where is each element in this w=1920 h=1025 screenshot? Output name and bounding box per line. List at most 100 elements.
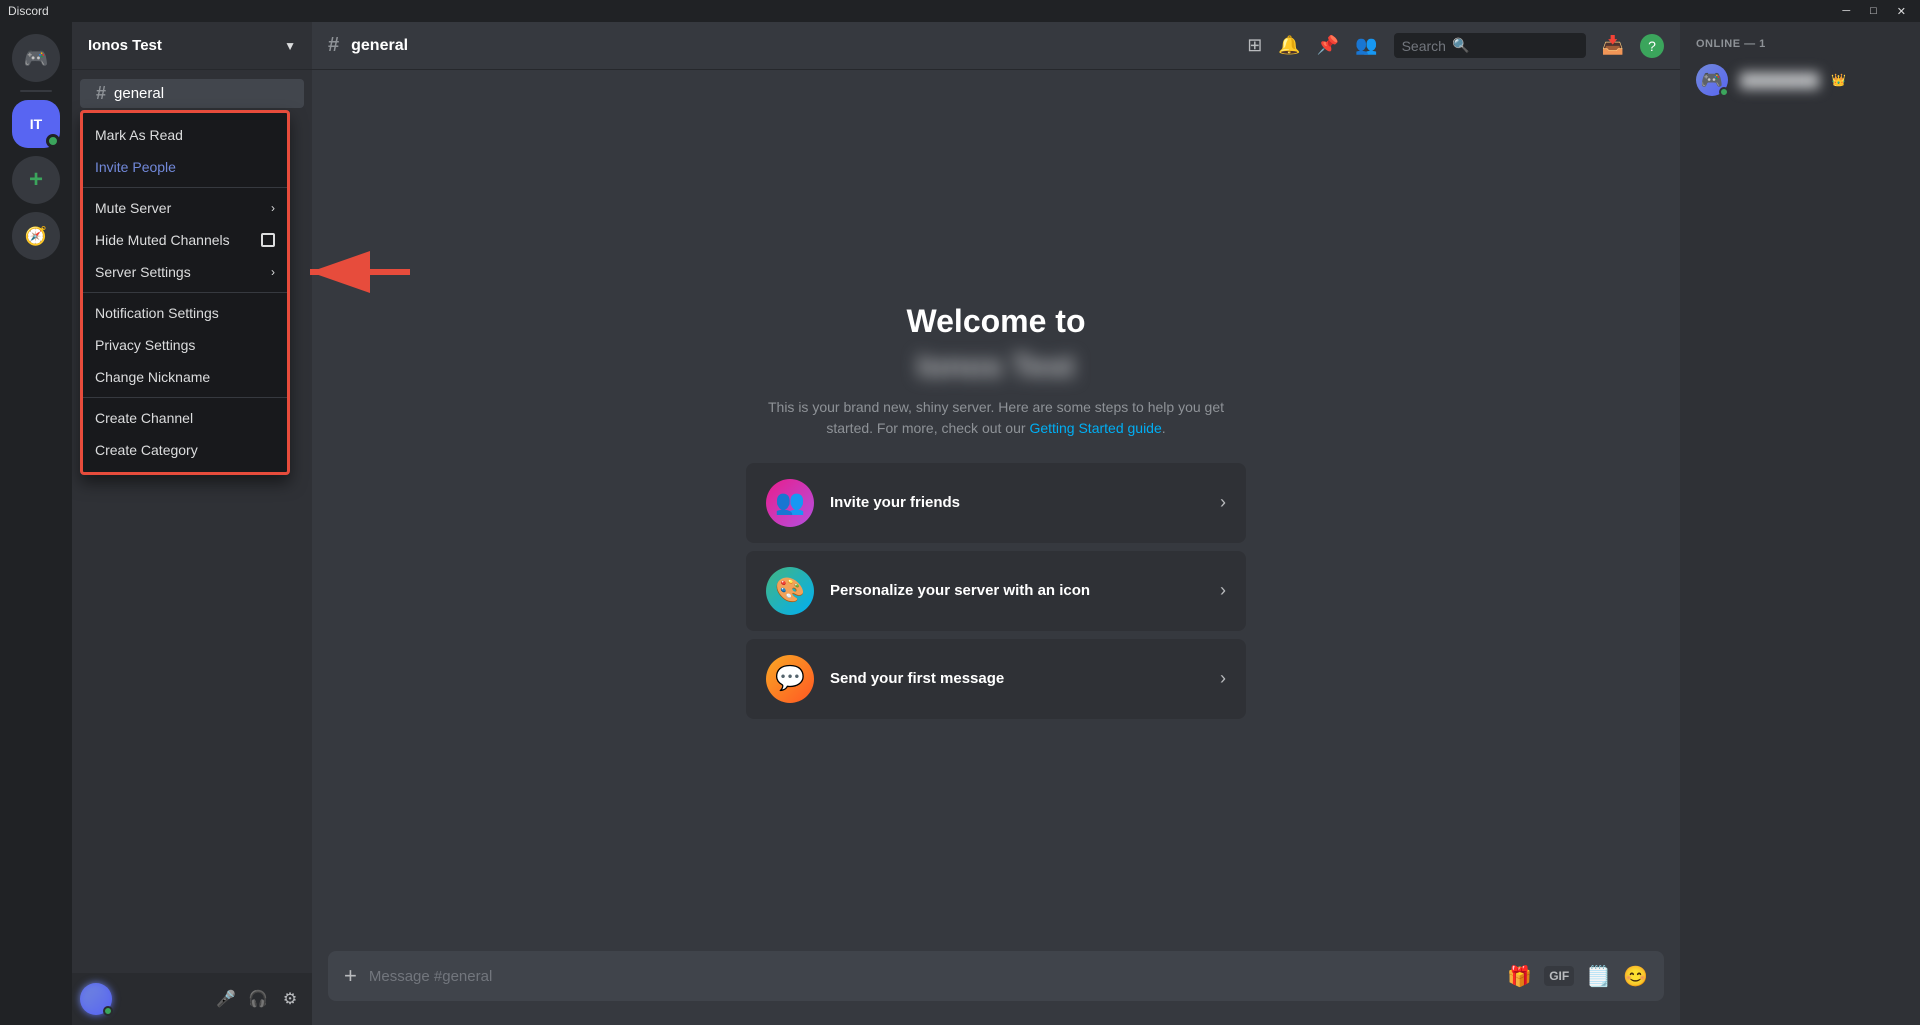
sticker-icon[interactable]: 🗒️ (1586, 964, 1611, 989)
explore-servers-button[interactable]: 🧭 (12, 212, 60, 260)
member-name-label: ████████ (1740, 72, 1819, 88)
chevron-down-icon: ▼ (284, 39, 296, 53)
member-online-status (1719, 87, 1729, 97)
personalize-icon: 🎨 (766, 567, 814, 615)
personalize-arrow-icon: › (1220, 580, 1226, 601)
minimize-button[interactable]: ─ (1836, 3, 1856, 20)
microphone-icon: 🎤 (216, 989, 236, 1009)
user-settings-button[interactable]: ⚙ (276, 985, 304, 1013)
chat-header: # general ⊞ 🔔 📌 👥 Search 🔍 📥 ? (312, 22, 1680, 70)
member-list-item[interactable]: 🎮 ████████ 👑 (1688, 58, 1912, 102)
server-label: IT (30, 116, 42, 132)
first-message-card[interactable]: 💬 Send your first message › (746, 639, 1246, 719)
search-placeholder: Search (1402, 38, 1446, 54)
invite-friends-icon: 👥 (766, 479, 814, 527)
message-input-field[interactable] (369, 956, 1495, 997)
headphones-button[interactable]: 🎧 (244, 985, 272, 1013)
server-name: Ionos Test (88, 37, 162, 54)
action-cards: 👥 Invite your friends › 🎨 Personalize yo… (746, 463, 1246, 719)
settings-gear-icon: ⚙ (283, 989, 297, 1009)
invite-people-label: Invite People (95, 159, 176, 175)
close-button[interactable]: ✕ (1891, 3, 1912, 20)
create-channel-label: Create Channel (95, 410, 193, 426)
hide-muted-label: Hide Muted Channels (95, 232, 230, 248)
first-message-icon: 💬 (766, 655, 814, 703)
welcome-subtitle: This is your brand new, shiny server. He… (746, 397, 1246, 439)
personalize-card[interactable]: 🎨 Personalize your server with an icon › (746, 551, 1246, 631)
help-icon[interactable]: ? (1640, 34, 1664, 58)
microphone-button[interactable]: 🎤 (212, 985, 240, 1013)
menu-item-invite-people[interactable]: Invite People (83, 151, 287, 183)
members-list-header: ONLINE — 1 (1688, 38, 1912, 50)
menu-item-hide-muted[interactable]: Hide Muted Channels (83, 224, 287, 256)
menu-item-privacy-settings[interactable]: Privacy Settings (83, 329, 287, 361)
add-server-button[interactable]: + (12, 156, 60, 204)
user-status-dot (103, 1006, 113, 1016)
search-box[interactable]: Search 🔍 (1394, 33, 1586, 58)
first-message-label: Send your first message (830, 670, 1204, 687)
chat-area: # general ⊞ 🔔 📌 👥 Search 🔍 📥 ? (312, 22, 1680, 1025)
first-message-arrow-icon: › (1220, 668, 1226, 689)
notification-settings-label: Notification Settings (95, 305, 219, 321)
channel-header-hash-icon: # (328, 34, 339, 57)
channel-header-name: general (351, 37, 408, 55)
menu-item-create-channel[interactable]: Create Channel (83, 402, 287, 434)
invite-friends-label: Invite your friends (830, 494, 1204, 511)
online-status-indicator (46, 134, 60, 148)
notification-bell-icon[interactable]: 🔔 (1278, 35, 1300, 56)
message-attach-button[interactable]: + (344, 951, 357, 1001)
channel-item-general[interactable]: # general (80, 79, 304, 108)
threads-icon[interactable]: ⊞ (1247, 35, 1262, 56)
hide-muted-checkbox[interactable] (261, 233, 275, 247)
gif-button[interactable]: GIF (1544, 966, 1574, 986)
menu-item-change-nickname[interactable]: Change Nickname (83, 361, 287, 393)
menu-item-mark-as-read[interactable]: Mark As Read (83, 119, 287, 151)
message-input-area: + 🎁 GIF 🗒️ 😊 (312, 951, 1680, 1025)
submenu-arrow-icon: › (271, 201, 275, 215)
user-controls: 🎤 🎧 ⚙ (72, 973, 312, 1025)
mute-server-label: Mute Server (95, 200, 171, 216)
member-crown-icon: 👑 (1831, 73, 1846, 87)
invite-arrow-icon: › (1220, 492, 1226, 513)
member-avatar: 🎮 (1696, 64, 1728, 96)
header-toolbar: ⊞ 🔔 📌 👥 Search 🔍 📥 ? (1247, 33, 1664, 58)
add-server-icon: + (29, 166, 43, 194)
pin-icon[interactable]: 📌 (1317, 35, 1339, 56)
server-name-blurred: Ionos Test (746, 348, 1246, 385)
inbox-icon[interactable]: 📥 (1602, 35, 1624, 56)
emoji-icon[interactable]: 😊 (1623, 964, 1648, 989)
menu-item-create-category[interactable]: Create Category (83, 434, 287, 466)
server-list-divider (20, 90, 52, 92)
menu-item-server-settings[interactable]: Server Settings › (83, 256, 287, 288)
context-menu: Mark As Read Invite People Mute Server ›… (80, 110, 290, 475)
menu-separator-2 (83, 292, 287, 293)
change-nickname-label: Change Nickname (95, 369, 210, 385)
server-settings-label: Server Settings (95, 264, 191, 280)
server-header[interactable]: Ionos Test ▼ (72, 22, 312, 70)
app-title: Discord (8, 4, 49, 18)
channel-name-label: general (114, 85, 164, 102)
search-icon: 🔍 (1452, 37, 1469, 54)
members-list-icon[interactable]: 👥 (1355, 35, 1377, 56)
invite-friends-card[interactable]: 👥 Invite your friends › (746, 463, 1246, 543)
personalize-label: Personalize your server with an icon (830, 582, 1204, 599)
server-list: 🎮 IT + 🧭 (0, 22, 72, 1025)
welcome-title: Welcome to (746, 303, 1246, 340)
create-category-label: Create Category (95, 442, 198, 458)
app-container: 🎮 IT + 🧭 Ionos Test ▼ Mark As Read (0, 22, 1920, 1025)
chat-content: Welcome to Ionos Test This is your brand… (312, 70, 1680, 951)
title-bar: Discord ─ □ ✕ (0, 0, 1920, 22)
gift-icon[interactable]: 🎁 (1507, 964, 1532, 989)
message-input-box: + 🎁 GIF 🗒️ 😊 (328, 951, 1664, 1001)
server-icon-ionos-test[interactable]: IT (12, 100, 60, 148)
menu-item-mute-server[interactable]: Mute Server › (83, 192, 287, 224)
channel-sidebar: Ionos Test ▼ Mark As Read Invite People … (72, 22, 312, 1025)
user-avatar-button[interactable] (80, 983, 112, 1015)
message-toolbar-icons: 🎁 GIF 🗒️ 😊 (1507, 964, 1648, 989)
menu-item-notification-settings[interactable]: Notification Settings (83, 297, 287, 329)
discord-home-button[interactable]: 🎮 (12, 34, 60, 82)
window-controls: ─ □ ✕ (1836, 3, 1912, 20)
maximize-button[interactable]: □ (1864, 3, 1883, 20)
user-control-icons: 🎤 🎧 ⚙ (212, 985, 304, 1013)
getting-started-link[interactable]: Getting Started guide (1029, 420, 1161, 436)
